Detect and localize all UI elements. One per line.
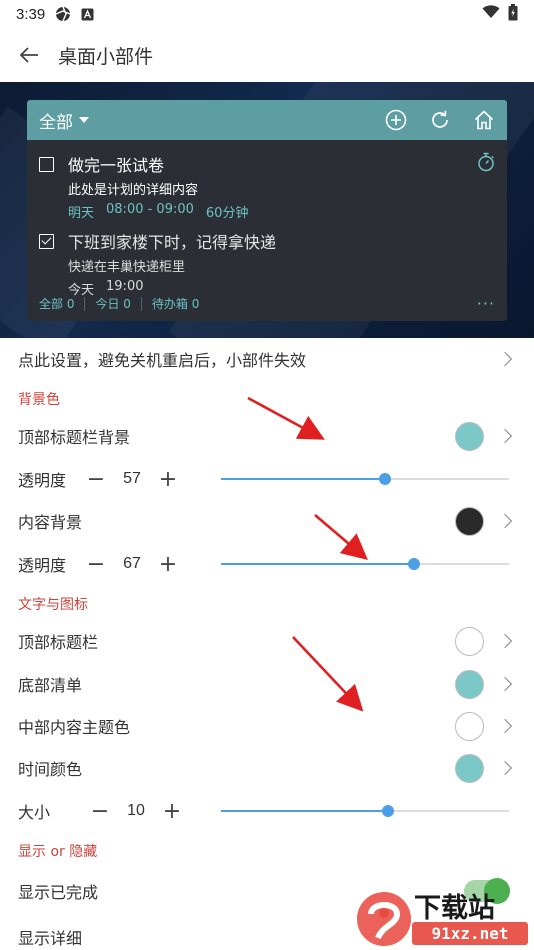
chevron-right-icon [497,676,513,692]
task-item[interactable]: 下班到家楼下时，记得拿快递 快递在丰巢快递柜里 今天 19:00 [39,229,495,298]
task-detail: 快递在丰巢快递柜里 [68,260,186,275]
content-bg-row[interactable]: 内容背景 [0,500,534,542]
slider-thumb[interactable] [379,473,392,485]
watermark-site: 91xz.net [431,924,508,943]
task-checkbox[interactable] [39,233,54,249]
battery-icon [508,3,518,25]
stepper-value: 57 [123,470,141,487]
size-slider[interactable] [221,801,509,821]
row-label: 顶部标题栏 [18,633,99,652]
back-arrow-icon[interactable] [16,42,42,68]
decrease-button[interactable]: − [86,552,106,577]
row-label: 显示已完成 [18,883,99,902]
middle-theme-row[interactable]: 中部内容主题色 [0,705,534,747]
notice-row[interactable]: 点此设置，避免关机重启后，小部件失效 [0,338,534,380]
row-label: 内容背景 [18,513,83,532]
decrease-button[interactable]: − [90,799,110,824]
task-item[interactable]: 做完一张试卷 此处是计划的详细内容 明天 08:00 - 09:00 60分钟 [39,152,495,221]
row-label: 顶部标题栏背景 [18,428,131,447]
increase-button[interactable]: + [158,467,178,492]
color-swatch[interactable] [455,711,484,741]
opacity-slider[interactable] [221,469,509,489]
chevron-right-icon [497,351,513,367]
chevron-right-icon [497,428,513,444]
chevron-right-icon [497,760,513,776]
slider-thumb[interactable] [382,805,395,817]
color-swatch[interactable] [455,753,484,783]
page-title: 桌面小部件 [58,45,154,68]
row-label: 时间颜色 [18,760,83,779]
row-label: 显示详细 [18,929,83,948]
row-label: 透明度 [18,556,67,575]
add-circle-icon[interactable] [385,109,407,131]
wifi-icon [482,5,500,23]
task-duration: 60分钟 [205,206,249,221]
chevron-right-icon [497,513,513,529]
opacity-row: 透明度 − 67 + [0,543,534,585]
widget-card: 全部 做完一张试卷 此处是计划的详细内容 明天 08:00 - 09:00 60… [27,100,507,321]
opacity-slider[interactable] [221,554,509,574]
task-detail: 此处是计划的详细内容 [68,183,199,198]
increase-button[interactable]: + [162,799,182,824]
watermark-logo: 下载站 91xz.net [352,886,530,948]
decrease-button[interactable]: − [86,467,106,492]
color-swatch[interactable] [455,626,484,656]
task-title: 下班到家楼下时，记得拿快递 [68,233,277,252]
size-row: 大小 − 10 + [0,790,534,832]
footer-today[interactable]: 今日 0 [84,296,140,311]
home-icon[interactable] [473,109,495,131]
notice-label: 点此设置，避免关机重启后，小部件失效 [18,351,307,370]
row-label: 底部清单 [18,676,83,695]
watermark-text: 下载站 [414,893,495,924]
widget-body: 做完一张试卷 此处是计划的详细内容 明天 08:00 - 09:00 60分钟 … [27,140,507,321]
row-label: 大小 [18,803,51,822]
section-header-show-hide: 显示 or 隐藏 [18,844,98,860]
font-a-icon [81,8,94,21]
stopwatch-icon[interactable] [477,152,495,176]
status-time: 3:39 [16,5,46,23]
top-bar-text-row[interactable]: 顶部标题栏 [0,620,534,662]
chevron-right-icon [497,718,513,734]
opacity-row: 透明度 − 57 + [0,458,534,500]
widget-filter-dropdown[interactable]: 全部 [39,108,89,133]
app-bar: 桌面小部件 [0,28,534,82]
chevron-right-icon [497,633,513,649]
status-bar: 3:39 [0,0,534,28]
color-swatch[interactable] [455,421,484,451]
time-color-row[interactable]: 时间颜色 [0,747,534,789]
footer-all[interactable]: 全部 0 [39,297,84,311]
task-time: 08:00 - 09:00 [106,202,194,217]
top-bar-bg-row[interactable]: 顶部标题栏背景 [0,415,534,457]
widget-filter-label: 全部 [39,112,73,133]
color-swatch[interactable] [455,669,484,699]
row-label: 透明度 [18,471,67,490]
section-header-background: 背景色 [18,392,60,408]
caret-down-icon [79,117,89,123]
slider-thumb[interactable] [407,558,420,570]
slider-fill [221,810,389,812]
increase-button[interactable]: + [158,552,178,577]
widget-preview: 全部 做完一张试卷 此处是计划的详细内容 明天 08:00 - 09:00 60… [0,82,534,338]
stepper-value: 67 [123,555,141,572]
row-label: 中部内容主题色 [18,718,131,737]
color-swatch[interactable] [455,506,484,536]
task-date: 明天 [68,206,95,221]
aperture-icon [55,6,71,22]
task-title: 做完一张试卷 [68,156,165,175]
slider-fill [221,563,414,565]
stepper-value: 10 [127,802,145,819]
widget-footer: 全部 0 今日 0 待办箱 0 ··· [39,294,495,313]
more-dots-icon[interactable]: ··· [477,294,495,313]
slider-fill [221,478,386,480]
task-checkbox[interactable] [39,156,54,172]
widget-header: 全部 [27,100,507,140]
section-header-text-icons: 文字与图标 [18,597,88,613]
footer-inbox[interactable]: 待办箱 0 [140,296,209,311]
refresh-icon[interactable] [429,109,451,131]
bottom-list-row[interactable]: 底部清单 [0,663,534,705]
